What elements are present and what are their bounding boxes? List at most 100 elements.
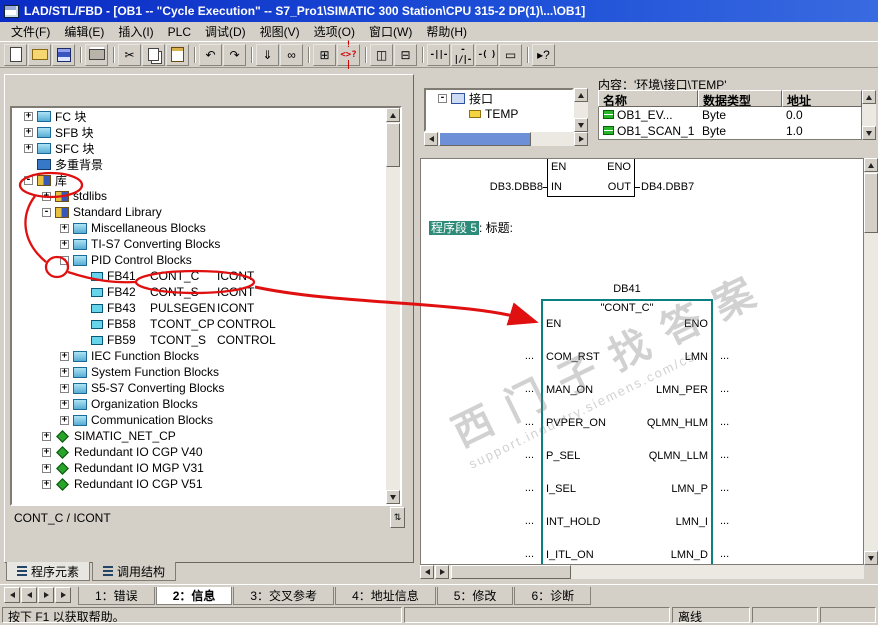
tree-item[interactable]: + SIMATIC_NET_CP bbox=[12, 428, 400, 444]
tree-scrollbar[interactable] bbox=[386, 108, 400, 504]
pin-row[interactable]: ... PVPER_ON QLMN_HLM ... bbox=[471, 416, 801, 449]
scroll-right-icon[interactable] bbox=[574, 132, 588, 146]
scroll-left-icon[interactable] bbox=[424, 132, 438, 146]
tree-item[interactable]: FB41 CONT_C ICONT bbox=[12, 268, 400, 284]
interface-tree-item[interactable]: - 接口 bbox=[426, 90, 572, 106]
scroll-down-icon[interactable] bbox=[864, 551, 878, 565]
toolbar-button[interactable] bbox=[247, 44, 255, 66]
title-bar[interactable]: LAD/STL/FBD - [OB1 -- "Cycle Execution" … bbox=[0, 0, 878, 22]
scroll-thumb[interactable] bbox=[439, 132, 531, 146]
ladder-editor[interactable]: EN ENO IN OUT DB3.DBB8 DB4.DBB7 程序段 5: 标… bbox=[420, 158, 864, 565]
tree-item[interactable]: + Organization Blocks bbox=[12, 396, 400, 412]
scroll-up-icon[interactable] bbox=[386, 108, 400, 122]
toolbar-button-program-elements[interactable]: ⊞ bbox=[313, 43, 336, 66]
menu-item[interactable]: 插入(I) bbox=[111, 21, 160, 42]
toolbar-button[interactable] bbox=[76, 44, 84, 66]
input-operand[interactable]: ... bbox=[471, 482, 541, 494]
input-operand[interactable]: ... bbox=[471, 383, 541, 395]
tree-item[interactable]: FB59 TCONT_S CONTROL bbox=[12, 332, 400, 348]
move-block[interactable]: EN ENO IN OUT bbox=[547, 159, 635, 197]
pin-row[interactable]: ... I_ITL_ON LMN_D ... bbox=[471, 548, 801, 564]
menu-item[interactable]: 文件(F) bbox=[4, 21, 57, 42]
tree-item[interactable]: + Redundant IO CGP V40 bbox=[12, 444, 400, 460]
scroll-right-icon[interactable] bbox=[435, 565, 449, 579]
output-operand[interactable]: ... bbox=[713, 350, 783, 362]
tree-item[interactable]: + SFB 块 bbox=[12, 124, 400, 140]
menu-item[interactable]: 调试(D) bbox=[198, 21, 253, 42]
pin-row[interactable]: ... INT_HOLD LMN_I ... bbox=[471, 515, 801, 548]
toolbar-button-cut[interactable]: ✂ bbox=[118, 43, 141, 66]
toolbar-button-contact-no[interactable]: -||- bbox=[427, 43, 450, 66]
scroll-down-icon[interactable] bbox=[386, 490, 400, 504]
toolbar-button-help[interactable]: ▸? bbox=[532, 43, 555, 66]
message-tab[interactable]: 4：地址信息 bbox=[335, 587, 436, 605]
scroll-up-icon[interactable] bbox=[864, 158, 878, 172]
tree-expander-icon[interactable]: + bbox=[60, 367, 69, 377]
toolbar-button-copy[interactable] bbox=[142, 43, 165, 66]
input-operand[interactable]: ... bbox=[471, 449, 541, 461]
tree-expander-icon[interactable]: + bbox=[60, 239, 69, 249]
toolbar-button-monitor[interactable]: ∞ bbox=[280, 43, 303, 66]
pin-row[interactable]: ... COM_RST LMN ... bbox=[471, 350, 801, 383]
output-operand[interactable]: ... bbox=[713, 515, 783, 527]
last-tab-icon[interactable] bbox=[55, 587, 71, 603]
tree-item[interactable]: + IEC Function Blocks bbox=[12, 348, 400, 364]
input-operand[interactable]: ... bbox=[471, 515, 541, 527]
input-operand[interactable]: ... bbox=[471, 350, 541, 362]
message-tab[interactable]: 2：信息 bbox=[155, 587, 233, 605]
output-operand[interactable]: ... bbox=[713, 416, 783, 428]
tree-expander-icon[interactable]: + bbox=[60, 223, 69, 233]
message-tab[interactable]: 5：修改 bbox=[436, 587, 514, 605]
toolbar-button[interactable] bbox=[361, 44, 369, 66]
toolbar-button-open[interactable] bbox=[28, 43, 51, 66]
tree-item[interactable]: + System Function Blocks bbox=[12, 364, 400, 380]
toolbar-button[interactable] bbox=[304, 44, 312, 66]
scroll-up-icon[interactable] bbox=[574, 88, 588, 102]
toolbar-button[interactable] bbox=[109, 44, 117, 66]
message-tab[interactable]: 3：交叉参考 bbox=[233, 587, 335, 605]
ladder-vscroll[interactable] bbox=[864, 158, 878, 565]
tree-item[interactable]: + S5-S7 Converting Blocks bbox=[12, 380, 400, 396]
tree-expander-icon[interactable]: + bbox=[24, 111, 33, 121]
scroll-thumb[interactable] bbox=[864, 173, 878, 233]
scroll-left-icon[interactable] bbox=[420, 565, 434, 579]
scroll-down-icon[interactable] bbox=[574, 118, 588, 132]
tree-expander-icon[interactable]: - bbox=[438, 93, 447, 103]
pin-row[interactable]: ... MAN_ON LMN_PER ... bbox=[471, 383, 801, 416]
tree-item[interactable]: FB43 PULSEGEN ICONT bbox=[12, 300, 400, 316]
scroll-thumb[interactable] bbox=[386, 123, 400, 167]
toolbar-button-undo[interactable]: ↶ bbox=[199, 43, 222, 66]
tree-expander-icon[interactable]: - bbox=[60, 255, 69, 265]
menu-item[interactable]: 帮助(H) bbox=[419, 21, 474, 42]
tree-expander-icon[interactable]: + bbox=[24, 127, 33, 137]
tree-item[interactable]: + SFC 块 bbox=[12, 140, 400, 156]
tree-expander-icon[interactable]: - bbox=[24, 175, 33, 185]
menu-item[interactable]: PLC bbox=[161, 23, 198, 41]
tree-expander-icon[interactable]: + bbox=[42, 447, 51, 457]
tree-expander-icon[interactable]: + bbox=[60, 351, 69, 361]
toolbar-button-new[interactable] bbox=[4, 43, 27, 66]
toolbar-button[interactable] bbox=[418, 44, 426, 66]
tree-expander-icon[interactable]: + bbox=[60, 415, 69, 425]
menu-item[interactable]: 编辑(E) bbox=[57, 21, 111, 42]
ladder-hscroll[interactable] bbox=[420, 565, 864, 579]
tree-item[interactable]: + Miscellaneous Blocks bbox=[12, 220, 400, 236]
interface-tree-vscroll[interactable] bbox=[574, 88, 588, 132]
tree-item[interactable]: + stdlibs bbox=[12, 188, 400, 204]
interface-tree-item[interactable]: TEMP bbox=[426, 106, 572, 122]
column-header[interactable]: 数据类型 bbox=[698, 90, 782, 107]
scroll-up-icon[interactable] bbox=[862, 90, 876, 104]
toolbar-button-coil[interactable]: -( ) bbox=[475, 43, 498, 66]
pin-row[interactable]: ... I_SEL LMN_P ... bbox=[471, 482, 801, 515]
panel-tab[interactable]: 调用结构 bbox=[92, 562, 177, 581]
input-operand[interactable]: ... bbox=[471, 416, 541, 428]
toolbar-button-download[interactable]: ⇓ bbox=[256, 43, 279, 66]
sort-toggle-icon[interactable]: ⇅ bbox=[390, 507, 405, 528]
tree-item[interactable]: + Redundant IO MGP V31 bbox=[12, 460, 400, 476]
toolbar-button-empty-box[interactable]: ▭ bbox=[499, 43, 522, 66]
toolbar-button-paste[interactable] bbox=[166, 43, 189, 66]
table-vscroll[interactable] bbox=[862, 90, 876, 140]
scroll-down-icon[interactable] bbox=[862, 126, 876, 140]
pin-row[interactable]: EN ENO bbox=[471, 317, 801, 350]
output-operand[interactable]: ... bbox=[713, 548, 783, 560]
